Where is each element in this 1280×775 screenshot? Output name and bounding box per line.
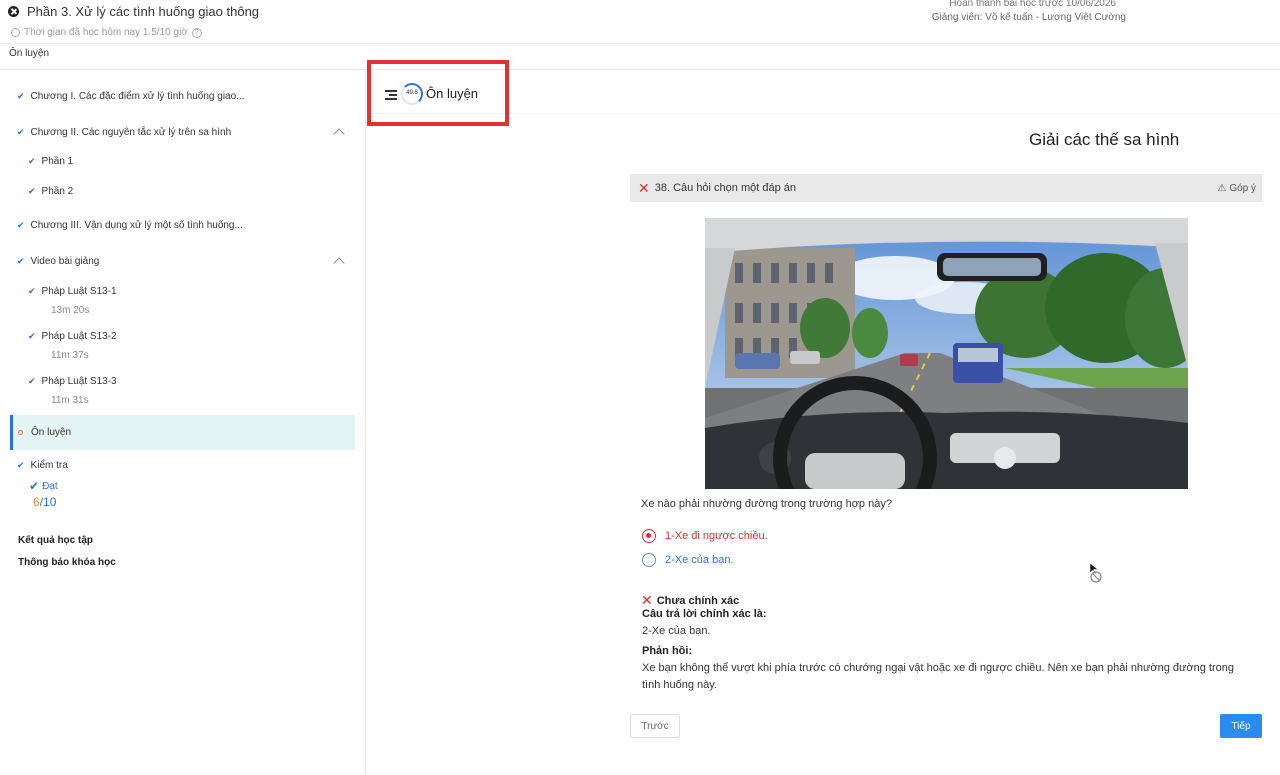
sidebar-item-label: Chương I. Các đặc điểm xử lý tình huống … xyxy=(30,91,245,102)
feedback-button[interactable]: ⚠ Góp ý xyxy=(1217,183,1256,194)
sidebar-item-label: Phần 2 xyxy=(41,186,74,197)
answer-option-2[interactable]: 2-Xe của bạn. xyxy=(642,553,734,567)
check-icon: ✔ xyxy=(28,376,36,386)
mouse-cursor-icon xyxy=(1089,562,1102,583)
verdict: ✕ Chưa chính xác xyxy=(641,592,739,609)
sidebar-item-label: Phần 1 xyxy=(41,156,74,167)
menu-icon[interactable] xyxy=(385,90,397,100)
chevron-up-icon[interactable] xyxy=(333,257,345,269)
video-duration: 13m 20s xyxy=(51,305,90,316)
option-label: 2-Xe của bạn. xyxy=(665,554,734,566)
check-icon: ✔ xyxy=(28,331,36,341)
sidebar-item-chapter-3[interactable]: ✔ Chương III. Vận dụng xử lý một số tình… xyxy=(17,220,383,231)
check-icon: ✔ xyxy=(28,156,36,166)
help-icon[interactable]: ? xyxy=(191,27,202,38)
sidebar-item-label: Pháp Luật S13-3 xyxy=(41,376,117,387)
lesson-title: Ôn luyện xyxy=(426,86,479,101)
top-bar: Phần 3. Xử lý các tình huống giao thông … xyxy=(0,0,1280,44)
question-header: ✕ 38. Câu hỏi chọn một đáp án ⚠ Góp ý xyxy=(630,174,1262,202)
course-title-row: Phần 3. Xử lý các tình huống giao thông xyxy=(8,4,259,19)
next-button[interactable]: Tiếp xyxy=(1220,714,1262,738)
score-total: /10 xyxy=(39,495,57,509)
section-label: Ôn luyện xyxy=(9,48,50,59)
deadline-text: Hoàn thành bài học trước 10/06/2026 xyxy=(949,0,1116,9)
course-title: Phần 3. Xử lý các tình huống giao thông xyxy=(27,4,260,19)
feedback-label: Phản hồi: xyxy=(642,645,693,657)
sidebar-item-chapter-2[interactable]: ✔ Chương II. Các nguyên tắc xử lý trên s… xyxy=(17,127,383,140)
sidebar-item-label: Video bài giảng xyxy=(30,256,100,267)
check-icon: ✔ xyxy=(28,286,36,296)
chevron-up-icon[interactable] xyxy=(333,128,345,140)
test-status-text: Đạt xyxy=(42,480,58,492)
answer-option-1[interactable]: 1-Xe đi ngược chiều. xyxy=(642,529,768,543)
sidebar-item-label: Pháp Luật S13-2 xyxy=(41,331,117,342)
radio-selected[interactable] xyxy=(642,529,656,543)
clock-icon xyxy=(11,28,20,37)
highlight-box: 49.8 Ôn luyện xyxy=(367,60,509,126)
test-score: 6/10 xyxy=(33,495,56,509)
sidebar-item-practice[interactable]: Ôn luyện xyxy=(10,415,355,450)
correct-answer-label: Câu trả lời chính xác là: xyxy=(642,608,767,620)
warning-icon: ⚠ xyxy=(1217,182,1227,194)
check-icon: ✔ xyxy=(17,220,25,230)
wrong-icon: ✕ xyxy=(638,179,650,196)
check-icon: ✔ xyxy=(17,460,25,470)
sidebar-item-label: Kiểm tra xyxy=(30,460,68,471)
sidebar: ✔ Chương I. Các đặc điểm xử lý tình huốn… xyxy=(0,70,366,775)
sidebar-item-video-group[interactable]: ✔ Video bài giảng xyxy=(17,256,383,269)
question-number: 38. Câu hỏi chọn một đáp án xyxy=(654,182,796,194)
video-duration: 11m 31s xyxy=(51,395,89,406)
progress-ring: 49.8 xyxy=(401,83,423,105)
notices-link[interactable]: Thông báo khóa học xyxy=(18,557,116,568)
check-icon: ✔ xyxy=(29,479,40,493)
check-icon: ✔ xyxy=(17,91,25,101)
test-status: ✔ Đạt xyxy=(29,479,58,493)
feedback-label: Góp ý xyxy=(1229,182,1256,194)
video-duration: 11m 37s xyxy=(51,350,89,361)
check-icon: ✔ xyxy=(28,186,36,196)
question-image xyxy=(705,218,1188,489)
option-label: 1-Xe đi ngược chiều. xyxy=(665,530,768,542)
question-text: Xe nào phải nhường đường trong trường hợ… xyxy=(641,498,892,510)
radio-unselected[interactable] xyxy=(642,553,656,567)
sidebar-item-label: Chương III. Vận dụng xử lý một số tình h… xyxy=(30,220,243,231)
teachers-text: Giảng viên: Võ kế tuấn - Lương Việt Cườn… xyxy=(931,12,1126,23)
check-icon: ✔ xyxy=(17,127,25,137)
sidebar-item-chapter-1[interactable]: ✔ Chương I. Các đặc điểm xử lý tình huốn… xyxy=(17,91,383,102)
in-progress-icon xyxy=(18,430,23,435)
study-time-text: Thời gian đã học hôm nay 1.5/10 giờ xyxy=(24,27,188,38)
wrong-icon: ✕ xyxy=(641,592,653,608)
sidebar-item-video-2[interactable]: ✔ Pháp Luật S13-2 xyxy=(28,331,394,342)
sidebar-item-test[interactable]: ✔ Kiểm tra xyxy=(17,460,383,471)
score-value: 6 xyxy=(33,495,40,509)
sidebar-item-part-2[interactable]: ✔ Phần 2 xyxy=(28,186,394,197)
lesson-header: 49.8 Ôn luyện xyxy=(367,60,1280,126)
previous-button[interactable]: Trước xyxy=(630,714,680,738)
sidebar-item-label: Pháp Luật S13-1 xyxy=(41,286,117,297)
explanation-text: Xe bạn không thể vượt khi phía trước có … xyxy=(642,662,1234,691)
sidebar-item-label: Ôn luyện xyxy=(31,427,72,438)
verdict-text: Chưa chính xác xyxy=(656,594,740,607)
check-icon: ✔ xyxy=(17,256,25,266)
section-title: Giải các thế sa hình xyxy=(1029,130,1180,149)
close-icon[interactable] xyxy=(8,6,19,17)
sidebar-item-label: Chương II. Các nguyên tắc xử lý trên sa … xyxy=(30,127,232,138)
sidebar-item-part-1[interactable]: ✔ Phần 1 xyxy=(28,156,394,167)
results-link[interactable]: Kết quả học tập xyxy=(18,535,93,546)
study-time: Thời gian đã học hôm nay 1.5/10 giờ ? xyxy=(11,27,202,38)
sidebar-item-video-3[interactable]: ✔ Pháp Luật S13-3 xyxy=(28,376,394,387)
sidebar-item-video-1[interactable]: ✔ Pháp Luật S13-1 xyxy=(28,286,394,297)
correct-answer-text: 2-Xe của bạn. xyxy=(642,625,711,637)
